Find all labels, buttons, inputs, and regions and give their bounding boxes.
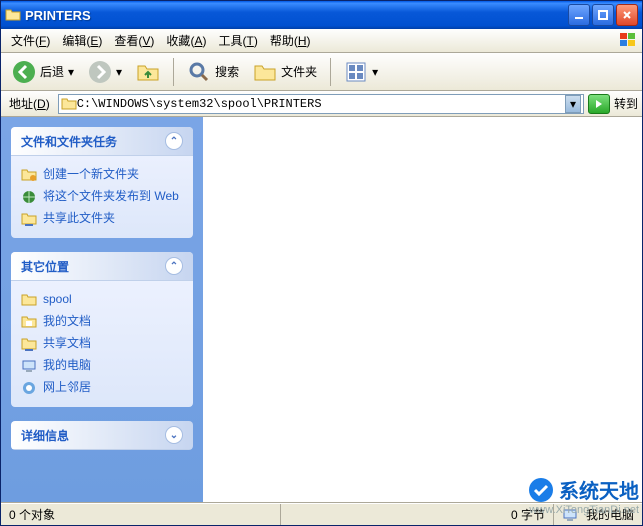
place-my-computer[interactable]: 我的电脑 [21, 355, 183, 377]
status-size: 0 字节 [281, 504, 554, 525]
collapse-button[interactable]: ⌃ [165, 132, 183, 150]
place-shared-documents[interactable]: 共享文档 [21, 333, 183, 355]
menu-view[interactable]: 查看(V) [108, 30, 160, 51]
titlebar[interactable]: PRINTERS [1, 1, 642, 29]
place-spool[interactable]: spool [21, 289, 183, 311]
back-button[interactable]: 后退 ▾ [7, 57, 79, 87]
menu-favorites[interactable]: 收藏(A) [160, 30, 212, 51]
search-button[interactable]: 搜索 [182, 57, 244, 87]
maximize-button[interactable] [592, 4, 614, 26]
go-label: 转到 [614, 95, 638, 112]
address-bar: 地址(D) C:\WINDOWS\system32\spool\PRINTERS… [1, 91, 642, 117]
my-computer-icon [21, 358, 37, 374]
folders-label: 文件夹 [281, 63, 317, 80]
panel-title: 详细信息 [21, 427, 69, 444]
back-icon [12, 60, 36, 84]
menu-tools[interactable]: 工具(T) [212, 30, 263, 51]
new-folder-icon [21, 167, 37, 183]
file-list-area[interactable] [203, 117, 642, 502]
folder-icon [21, 292, 37, 308]
panel-title: 文件和文件夹任务 [21, 133, 117, 150]
go-button[interactable] [588, 94, 610, 114]
place-network[interactable]: 网上邻居 [21, 377, 183, 399]
views-icon [344, 60, 368, 84]
forward-icon [88, 60, 112, 84]
network-icon [21, 380, 37, 396]
tasks-sidebar: 文件和文件夹任务 ⌃ 创建一个新文件夹 将这个文件夹发布到 Web 共享此文件夹 [1, 117, 203, 502]
collapse-button[interactable]: ⌃ [165, 257, 183, 275]
search-icon [187, 60, 211, 84]
folders-icon [253, 60, 277, 84]
close-button[interactable] [616, 4, 638, 26]
address-path: C:\WINDOWS\system32\spool\PRINTERS [77, 97, 565, 111]
panel-other-places: 其它位置 ⌃ spool 我的文档 共享文档 [11, 252, 193, 407]
panel-title: 其它位置 [21, 258, 69, 275]
search-label: 搜索 [215, 63, 239, 80]
statusbar: 0 个对象 0 字节 我的电脑 [1, 503, 642, 525]
task-new-folder[interactable]: 创建一个新文件夹 [21, 164, 183, 186]
task-publish-web[interactable]: 将这个文件夹发布到 Web [21, 186, 183, 208]
panel-details: 详细信息 ⌄ [11, 421, 193, 450]
menu-edit[interactable]: 编辑(E) [56, 30, 108, 51]
views-button[interactable]: ▾ [339, 57, 383, 87]
my-docs-icon [21, 314, 37, 330]
folder-icon [61, 96, 77, 112]
share-folder-icon [21, 211, 37, 227]
menubar: 文件(F) 编辑(E) 查看(V) 收藏(A) 工具(T) 帮助(H) [1, 29, 642, 53]
chevron-down-icon: ▾ [116, 65, 122, 79]
forward-button[interactable]: ▾ [83, 57, 127, 87]
my-computer-icon [562, 507, 578, 523]
panel-file-folder-tasks: 文件和文件夹任务 ⌃ 创建一个新文件夹 将这个文件夹发布到 Web 共享此文件夹 [11, 127, 193, 238]
status-item-count: 0 个对象 [1, 504, 281, 525]
windows-flag-icon [618, 31, 638, 49]
address-dropdown[interactable]: ▾ [565, 95, 581, 113]
chevron-down-icon: ▾ [372, 65, 378, 79]
minimize-button[interactable] [568, 4, 590, 26]
folder-up-icon [136, 60, 160, 84]
separator [330, 58, 331, 86]
address-label: 地址(D) [5, 95, 54, 112]
chevron-down-icon: ▾ [68, 65, 74, 79]
globe-icon [21, 189, 37, 205]
window-title: PRINTERS [25, 8, 566, 23]
status-zone: 我的电脑 [554, 504, 642, 525]
toolbar: 后退 ▾ ▾ 搜索 文件夹 ▾ [1, 53, 642, 91]
back-label: 后退 [40, 63, 64, 80]
shared-docs-icon [21, 336, 37, 352]
folders-button[interactable]: 文件夹 [248, 57, 322, 87]
menu-help[interactable]: 帮助(H) [264, 30, 317, 51]
separator [173, 58, 174, 86]
up-button[interactable] [131, 57, 165, 87]
place-my-documents[interactable]: 我的文档 [21, 311, 183, 333]
folder-icon [5, 7, 21, 23]
expand-button[interactable]: ⌄ [165, 426, 183, 444]
task-share-folder[interactable]: 共享此文件夹 [21, 208, 183, 230]
address-combo[interactable]: C:\WINDOWS\system32\spool\PRINTERS ▾ [58, 94, 584, 114]
menu-file[interactable]: 文件(F) [5, 30, 56, 51]
